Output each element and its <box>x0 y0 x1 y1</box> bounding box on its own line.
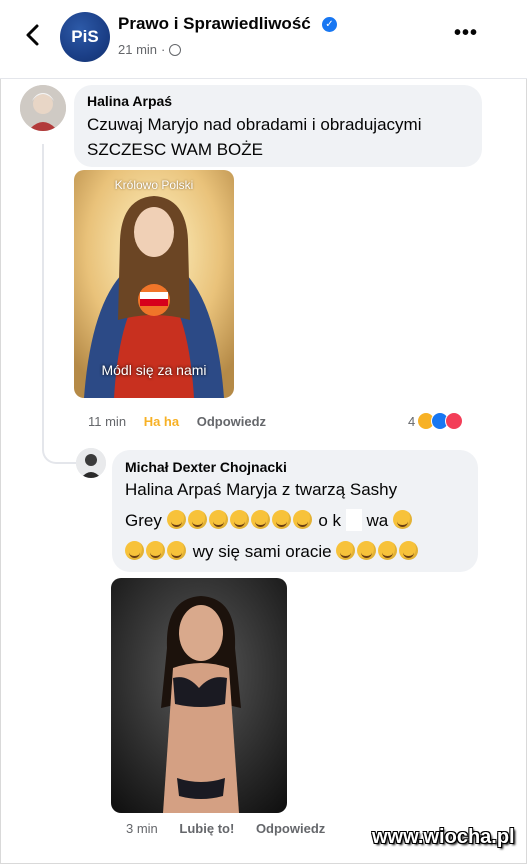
comment-author[interactable]: Michał Dexter Chojnacki <box>125 459 287 475</box>
post-time[interactable]: 21 min <box>118 42 157 57</box>
comment-time[interactable]: 11 min <box>88 414 126 429</box>
comment-bubble-2: Michał Dexter Chojnacki Halina Arpaś Mar… <box>112 450 478 572</box>
haha-reaction-button[interactable]: Ha ha <box>144 414 179 429</box>
comment-image-1[interactable]: Królowo Polski Módl się za nami <box>74 170 234 398</box>
love-icon <box>445 412 464 430</box>
rofl-emoji-icon <box>208 510 228 529</box>
back-button[interactable] <box>18 20 48 50</box>
watermark-text: www.wiocha.pl <box>372 826 515 848</box>
reaction-summary[interactable]: 4 <box>408 412 464 430</box>
post-meta: 21 min · <box>118 42 182 57</box>
comment-author[interactable]: Halina Arpaś <box>87 93 172 109</box>
comment-text-segment: wy się sami oracie <box>192 542 332 561</box>
rofl-emoji-icon <box>392 510 412 529</box>
image-caption-top: Królowo Polski <box>114 178 194 192</box>
chevron-left-icon <box>26 24 39 46</box>
rofl-emoji-icon <box>357 541 377 560</box>
like-button[interactable]: Lubię to! <box>179 821 234 836</box>
globe-icon <box>169 43 182 56</box>
rofl-emoji-icon <box>229 510 249 529</box>
rofl-emoji-icon <box>166 510 186 529</box>
page-logo-text: PiS <box>71 27 99 46</box>
comment-text-segment: o k <box>318 511 341 530</box>
censor-blot <box>345 509 362 531</box>
avatar-photo <box>20 85 66 131</box>
more-options-button[interactable]: ••• <box>454 22 478 45</box>
post-header: PiS Prawo i Sprawiedliwość ✓ 21 min · ••… <box>0 0 527 79</box>
rofl-emoji-icon <box>292 510 312 529</box>
image-caption-bottom: Módl się za nami <box>101 362 207 378</box>
rofl-emoji-icon <box>399 541 419 560</box>
comment-text-line: Czuwaj Maryjo nad obradami i obradujacym… <box>87 115 422 134</box>
rofl-emoji-icon <box>167 541 186 560</box>
commenter-avatar-2[interactable] <box>76 448 106 478</box>
comment-text-segment: wa <box>366 511 389 530</box>
rofl-emoji-icon <box>378 541 398 560</box>
rofl-emoji-icon <box>187 510 207 529</box>
page-avatar[interactable]: PiS <box>60 12 110 62</box>
rofl-emoji-icon <box>271 510 291 529</box>
reply-button[interactable]: Odpowiedz <box>197 414 266 429</box>
rofl-emoji-icon <box>250 510 270 529</box>
comment-actions-2: 3 min Lubię to! Odpowiedz <box>126 821 325 836</box>
reply-button[interactable]: Odpowiedz <box>256 821 325 836</box>
avatar-photo <box>76 448 106 478</box>
meta-separator: · <box>161 42 166 57</box>
comment-text-line: Grey o k wa <box>125 507 414 535</box>
comment-actions-1: 11 min Ha ha Odpowiedz <box>88 414 266 429</box>
photo-image <box>111 578 287 813</box>
rofl-emoji-icon <box>146 541 165 560</box>
verified-badge-icon: ✓ <box>322 17 337 32</box>
page-name[interactable]: Prawo i Sprawiedliwość <box>118 14 311 34</box>
comment-text-line: SZCZESC WAM BOŻE <box>87 140 263 159</box>
comment-time[interactable]: 3 min <box>126 821 158 836</box>
comment-image-2[interactable] <box>111 578 287 813</box>
rofl-emoji-icon <box>125 541 144 560</box>
commenter-avatar-1[interactable] <box>20 85 66 131</box>
comment-text-line: Halina Arpaś Maryja z twarzą Sashy <box>125 480 398 499</box>
comment-text-line: wy się sami oracie <box>125 538 420 566</box>
comment-bubble-1: Halina Arpaś Czuwaj Maryjo nad obradami … <box>74 85 482 167</box>
reaction-count: 4 <box>408 413 416 429</box>
comment-text-segment: Grey <box>125 511 162 530</box>
rofl-emoji-icon <box>336 541 356 560</box>
